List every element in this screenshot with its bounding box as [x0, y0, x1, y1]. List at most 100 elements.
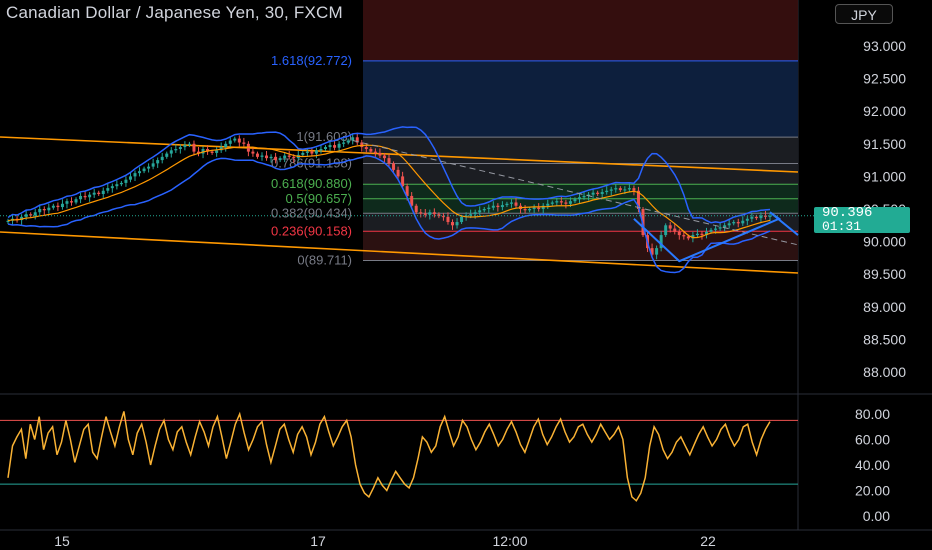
candle-body — [42, 209, 46, 211]
candle-body — [591, 192, 595, 195]
fib-zone-upper — [363, 137, 798, 185]
candle-body — [709, 229, 713, 232]
rsi-tick-label: 60.00 — [855, 432, 890, 448]
time-tick-label: 17 — [310, 533, 326, 549]
rsi-tick-label: 80.00 — [855, 406, 890, 422]
candle-body — [156, 160, 160, 164]
fib-level-label: 0.382(90.434) — [271, 205, 352, 220]
candle-body — [47, 207, 51, 211]
candle-body — [686, 236, 690, 239]
fib-zone-extension — [363, 60, 798, 138]
candle-body — [346, 140, 350, 143]
candle-body — [532, 207, 536, 209]
candle-body — [51, 205, 55, 208]
candle-body — [664, 225, 668, 236]
candle-body — [550, 202, 554, 204]
candle-body — [505, 203, 509, 206]
candle-body — [441, 216, 445, 218]
candle-body — [609, 189, 613, 191]
fib-level-label: 0.236(90.158) — [271, 223, 352, 238]
candle-body — [147, 166, 151, 169]
rsi-line — [7, 411, 771, 502]
candle-body — [496, 205, 500, 208]
candle-body — [718, 227, 722, 229]
candle-body — [237, 138, 241, 143]
fib-level-label: 0.618(90.880) — [271, 176, 352, 191]
candle-body — [392, 163, 396, 170]
candle-body — [482, 209, 486, 211]
candle-body — [242, 142, 246, 144]
candle-body — [251, 151, 255, 154]
candle-body — [260, 155, 264, 157]
candle-body — [60, 203, 64, 208]
candle-body — [428, 212, 432, 215]
candle-body — [564, 202, 568, 204]
candle-body — [33, 212, 37, 216]
rsi-tick-label: 0.00 — [863, 508, 890, 524]
candle-body — [74, 199, 78, 203]
candle-body — [745, 218, 749, 221]
candle-body — [106, 188, 110, 191]
candle-body — [328, 145, 332, 148]
price-tick-label: 90.000 — [863, 234, 906, 250]
candle-body — [101, 190, 105, 195]
candle-body — [319, 149, 323, 151]
candle-body — [233, 138, 237, 141]
price-tick-label: 91.000 — [863, 168, 906, 184]
price-tick-label: 89.500 — [863, 266, 906, 282]
candle-body — [110, 186, 114, 189]
candle-body — [274, 156, 278, 161]
candle-body — [369, 149, 373, 152]
candle-body — [119, 182, 123, 185]
candle-body — [165, 153, 169, 157]
candle-body — [614, 188, 618, 190]
price-tick-label: 92.500 — [863, 71, 906, 87]
candle-body — [632, 188, 636, 191]
candle-body — [128, 176, 132, 180]
candle-body — [750, 216, 754, 219]
candle-body — [559, 201, 563, 203]
fib-level-label: 0(89.711) — [297, 252, 352, 267]
price-tick-label: 88.500 — [863, 331, 906, 347]
candle-body — [224, 143, 228, 148]
candle-body — [183, 145, 187, 148]
currency-badge[interactable]: JPY — [835, 4, 893, 24]
price-chart[interactable]: 1.618(92.772)1(91.603)0.786(91.198)0.618… — [0, 0, 932, 550]
candle-body — [333, 145, 337, 148]
candle-body — [364, 147, 368, 150]
candle-body — [255, 153, 259, 157]
candle-body — [555, 201, 559, 203]
candle-body — [700, 233, 704, 236]
rsi-tick-label: 20.00 — [855, 483, 890, 499]
candle-body — [736, 222, 740, 224]
candle-body — [478, 210, 482, 213]
candle-body — [596, 192, 600, 195]
candle-body — [473, 212, 477, 215]
candle-body — [228, 140, 232, 144]
candle-body — [419, 212, 423, 214]
candle-body — [324, 147, 327, 150]
candle-body — [314, 150, 318, 154]
candle-body — [160, 156, 164, 161]
bar-countdown: 01:31 — [822, 219, 862, 234]
candle-body — [265, 155, 269, 159]
candle-body — [491, 205, 495, 208]
candle-body — [741, 220, 745, 224]
price-tick-label: 88.000 — [863, 364, 906, 380]
candle-body — [79, 195, 83, 200]
candle-body — [423, 213, 427, 215]
candle-body — [582, 195, 586, 198]
candle-body — [627, 188, 631, 190]
price-tick-label: 91.500 — [863, 136, 906, 152]
candle-body — [618, 188, 622, 191]
candle-body — [455, 222, 459, 226]
candle-body — [292, 156, 296, 159]
candle-body — [83, 195, 87, 198]
candle-body — [396, 169, 400, 177]
candle-body — [568, 201, 572, 204]
candle-body — [668, 225, 672, 229]
candle-body — [70, 201, 73, 203]
candle-body — [246, 143, 250, 152]
candle-body — [528, 209, 532, 211]
candle-body — [378, 152, 382, 156]
